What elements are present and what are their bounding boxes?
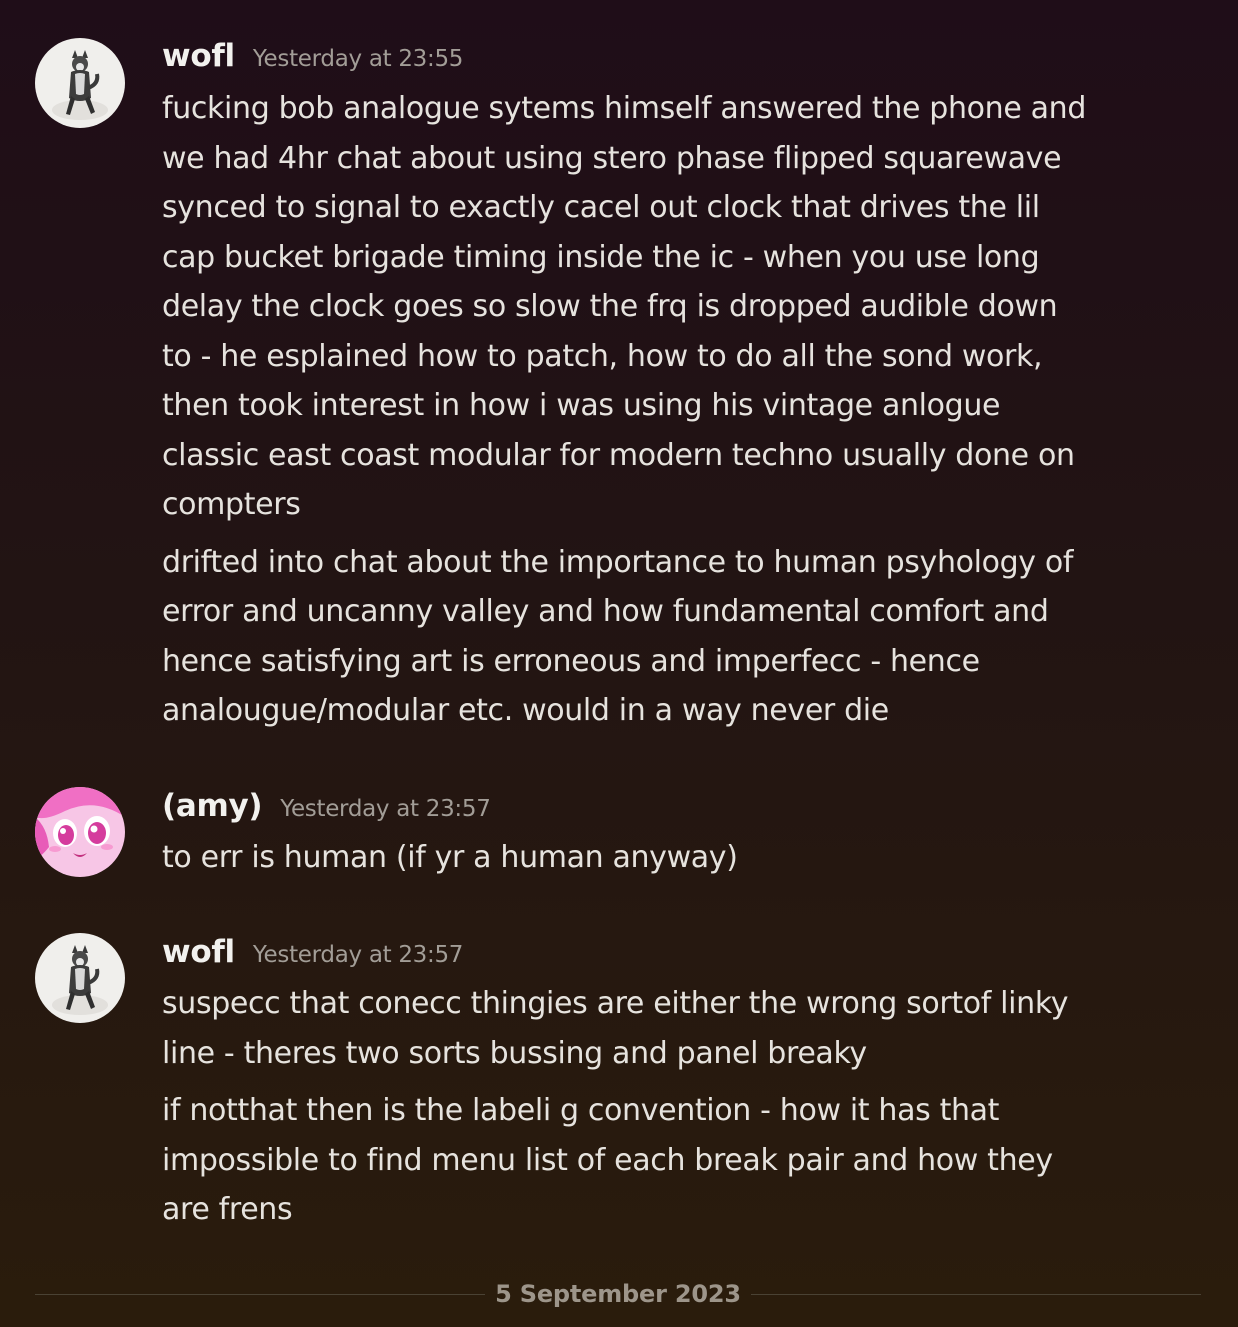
message-content: fucking bob analogue sytems himself answ…: [162, 84, 1172, 736]
message-paragraph: fucking bob analogue sytems himself answ…: [162, 84, 1172, 530]
message-content: to err is human (if yr a human anyway): [162, 833, 1172, 883]
avatar[interactable]: [35, 933, 125, 1023]
message-line: to err is human (if yr a human anyway): [162, 840, 738, 875]
timestamp[interactable]: Yesterday at 23:57: [280, 796, 491, 822]
message-line: suspecc that conecc thingies are either …: [162, 986, 1069, 1021]
message-line: we had 4hr chat about using stero phase …: [162, 140, 1062, 176]
divider-line: [750, 1293, 1201, 1295]
message-paragraph: if notthat then is the labeli g conventi…: [162, 1086, 1172, 1235]
message-line: classic east coast modular for modern te…: [162, 437, 1075, 473]
message-header: wofl Yesterday at 23:57: [162, 934, 463, 970]
message-paragraph: to err is human (if yr a human anyway): [162, 833, 1172, 883]
message-line: synced to signal to exactly cacel out cl…: [162, 190, 1040, 225]
message-line: drifted into chat about the importance t…: [162, 544, 1074, 580]
username[interactable]: (amy): [162, 788, 263, 824]
pink-anime-avatar-icon: [35, 787, 125, 877]
message-header: wofl Yesterday at 23:55: [162, 38, 463, 74]
message-line: compters: [162, 487, 301, 522]
message-line: then took interest in how i was using hi…: [162, 388, 1001, 423]
message-header: (amy) Yesterday at 23:57: [162, 788, 491, 824]
message-line: error and uncanny valley and how fundame…: [162, 594, 1049, 629]
message-content: suspecc that conecc thingies are either …: [162, 979, 1172, 1235]
message-line: delay the clock goes so slow the frq is …: [162, 289, 1058, 324]
message-line: to - he esplained how to patch, how to d…: [162, 338, 1043, 374]
message-line: line - theres two sorts bussing and pane…: [162, 1035, 867, 1071]
message-line: are frens: [162, 1192, 293, 1227]
avatar[interactable]: [35, 38, 125, 128]
message-line: fucking bob analogue sytems himself answ…: [162, 91, 1087, 126]
timestamp[interactable]: Yesterday at 23:55: [253, 46, 464, 72]
husky-dog-avatar-icon: [35, 933, 125, 1023]
avatar[interactable]: [35, 787, 125, 877]
chat-message-list: wofl Yesterday at 23:55 fucking bob anal…: [0, 0, 1238, 1327]
husky-dog-avatar-icon: [35, 38, 125, 128]
divider-line: [35, 1293, 486, 1295]
message-paragraph: suspecc that conecc thingies are either …: [162, 979, 1172, 1078]
username[interactable]: wofl: [162, 38, 235, 74]
date-divider: 5 September 2023: [35, 1278, 1201, 1310]
message-paragraph: drifted into chat about the importance t…: [162, 538, 1172, 736]
message-line: impossible to find menu list of each bre…: [162, 1142, 1053, 1178]
date-divider-label: 5 September 2023: [495, 1280, 741, 1308]
username[interactable]: wofl: [162, 934, 235, 970]
message-line: analougue/modular etc. would in a way ne…: [162, 693, 889, 728]
message-line: cap bucket brigade timing inside the ic …: [162, 239, 1040, 275]
timestamp[interactable]: Yesterday at 23:57: [253, 942, 464, 968]
message-line: hence satisfying art is erroneous and im…: [162, 643, 980, 679]
message-line: if notthat then is the labeli g conventi…: [162, 1093, 1000, 1128]
